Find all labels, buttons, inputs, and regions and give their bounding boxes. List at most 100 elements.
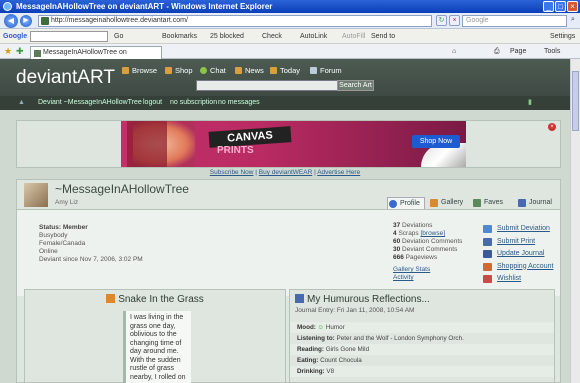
shop-now-button[interactable]: Shop Now [412, 135, 460, 148]
autolink-button[interactable]: AutoLink [300, 29, 327, 44]
back-icon[interactable]: ◀ [4, 14, 18, 28]
profile-body: Status: Member Busybody Female/Canada On… [17, 209, 560, 296]
stop-icon[interactable]: × [449, 15, 460, 26]
site-favicon-icon [41, 17, 49, 25]
search-input[interactable]: Google [462, 15, 567, 27]
stat-value: 666 [393, 254, 404, 261]
journal-entry-icon [295, 294, 304, 303]
avatar[interactable] [24, 183, 48, 207]
popups-blocked[interactable]: 25 blocked [210, 29, 244, 44]
nav-browse[interactable]: Browse [122, 66, 157, 75]
google-toolbar: Google Go Bookmarks 25 blocked Check Aut… [0, 29, 580, 44]
wishlist-action[interactable]: Wishlist [483, 273, 553, 286]
search-icon[interactable]: ⌕ [568, 15, 578, 26]
maximize-button[interactable]: □ [555, 1, 566, 12]
messages-link[interactable]: no messages [218, 96, 260, 110]
browser-tab[interactable]: MessageInAHollowTree on deviantART [30, 46, 162, 68]
tools-menu[interactable]: Tools [544, 46, 560, 57]
user-icon: ▲ [18, 99, 25, 106]
journal-row-mood: Mood: ☺ Humor [290, 322, 554, 333]
browse-icon [122, 67, 129, 74]
tab-journal[interactable]: Journal [517, 197, 552, 209]
row-value: V8 [326, 368, 335, 375]
scroll-thumb[interactable] [572, 71, 579, 131]
featured-story-text[interactable]: I was living in the grass one day, obliv… [123, 311, 191, 383]
tab-gallery[interactable]: Gallery [429, 197, 463, 209]
ie-logo-icon [3, 2, 12, 11]
collapse-icon[interactable]: ▮ [528, 96, 532, 110]
profile-actions: Submit Deviation Submit Print Update Jou… [483, 223, 553, 286]
activity-link[interactable]: Activity [393, 274, 414, 281]
print-icon[interactable]: ⎙ [494, 46, 500, 57]
profile-icon [389, 200, 397, 208]
settings-button[interactable]: Settings [550, 29, 575, 44]
page-menu[interactable]: Page [510, 46, 526, 57]
minimize-button[interactable]: _ [543, 1, 554, 12]
journal-title[interactable]: My Humurous Reflections... [290, 294, 554, 305]
url-field[interactable]: http://messageinahollowtree.deviantart.c… [38, 15, 432, 27]
user-bar: ▲ Deviant ~MessageInAHollowTree logout n… [0, 96, 570, 110]
close-ad-icon[interactable]: × [548, 123, 556, 131]
row-key: Reading: [297, 346, 324, 353]
subscribe-now-link[interactable]: Subscribe Now [210, 169, 254, 176]
browse-scraps-link[interactable]: [browse] [420, 230, 445, 237]
tab-profile[interactable]: Profile [387, 197, 425, 209]
tab-faves[interactable]: Faves [472, 197, 503, 209]
search-art-button[interactable]: Search Art [337, 80, 374, 91]
ad-banner[interactable]: CANVAS PRINTS Shop Now [121, 121, 466, 167]
submit-deviation-action[interactable]: Submit Deviation [483, 223, 553, 236]
go-button[interactable]: Go [114, 29, 123, 44]
favorites-star-icon[interactable]: ★ [4, 46, 12, 57]
subscription-link[interactable]: no subscription [170, 96, 217, 110]
vertical-scrollbar[interactable] [570, 59, 580, 383]
profile-stats: 37 Deviations 4 Scraps [browse] 60 Devia… [393, 222, 462, 282]
faves-icon [473, 199, 481, 207]
row-value: Girls Gone Mild [325, 346, 370, 353]
advertise-here-link[interactable]: Advertise Here [317, 169, 360, 176]
nav-shop[interactable]: Shop [165, 66, 193, 75]
gallery-stats-link[interactable]: Gallery Stats [393, 266, 430, 273]
featured-deviation-box: Snake In the Grass I was living in the g… [24, 289, 286, 383]
shopping-account-action[interactable]: Shopping Account [483, 261, 553, 274]
current-user[interactable]: Deviant ~MessageInAHollowTree [38, 96, 142, 110]
row-key: Mood: [297, 324, 316, 331]
journal-row-reading: Reading: Girls Gone Mild [290, 344, 554, 355]
profile-info: Status: Member Busybody Female/Canada On… [39, 224, 143, 264]
refresh-icon[interactable]: ↻ [436, 15, 447, 26]
shopping-account-icon [483, 262, 492, 271]
update-journal-action[interactable]: Update Journal [483, 248, 553, 261]
nav-forum[interactable]: Forum [310, 66, 342, 75]
nav-news[interactable]: News [235, 66, 264, 75]
check-button[interactable]: Check [262, 29, 282, 44]
window-title: MessageInAHollowTree on deviantART - Win… [16, 2, 273, 11]
deviantart-logo[interactable]: deviantART [16, 67, 115, 89]
add-favorites-icon[interactable]: ✚ [16, 46, 24, 57]
profile-username: ~MessageInAHollowTree [55, 182, 189, 196]
wishlist-icon [483, 275, 492, 283]
nav-chat[interactable]: Chat [200, 66, 226, 75]
action-label: Submit Deviation [497, 225, 550, 232]
bookmarks-button[interactable]: Bookmarks [162, 29, 197, 44]
google-search-input[interactable] [30, 31, 108, 42]
buy-deviantwear-link[interactable]: Buy deviantWEAR [259, 169, 312, 176]
chat-icon [200, 67, 207, 74]
stat-label: Deviant Comments [402, 246, 458, 253]
google-brand: Google [3, 33, 28, 40]
featured-title[interactable]: Snake In the Grass [25, 294, 285, 305]
home-icon[interactable]: ⌂ [452, 46, 456, 57]
stat-label: Deviation Comments [402, 238, 463, 245]
status-text: Status: Member [39, 224, 88, 231]
nav-today[interactable]: Today [270, 66, 300, 75]
row-value: Count Chocula [320, 357, 362, 364]
forward-icon[interactable]: ▶ [20, 15, 32, 27]
stat-value: 60 [393, 238, 401, 245]
deviant-since: Deviant since Nov 7, 2006, 3:02 PM [39, 256, 143, 263]
autofill-button[interactable]: AutoFill [342, 29, 365, 44]
send-to-button[interactable]: Send to [371, 29, 395, 44]
logout-link[interactable]: logout [143, 96, 162, 110]
submit-print-action[interactable]: Submit Print [483, 236, 553, 249]
stat-value: 4 [393, 230, 397, 237]
close-window-button[interactable]: × [567, 1, 578, 12]
row-key: Eating: [297, 357, 319, 364]
tab-favicon-icon [34, 50, 41, 57]
